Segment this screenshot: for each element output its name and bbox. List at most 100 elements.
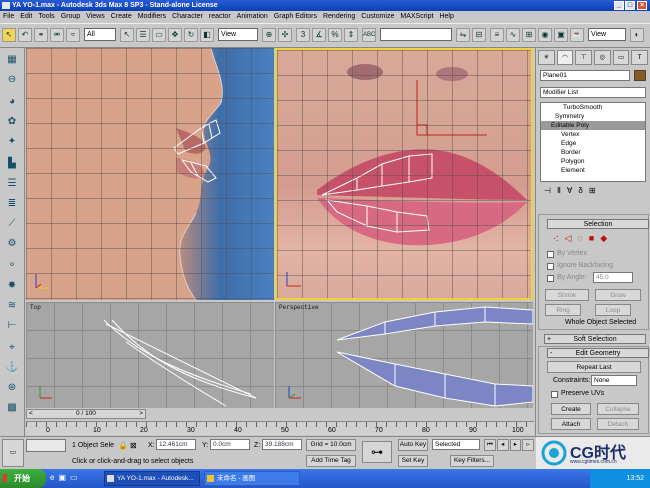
stack-item-turbosmooth[interactable]: TurboSmooth xyxy=(541,103,645,112)
pivot-center-icon[interactable]: ⊕ xyxy=(262,28,276,42)
soft-selection-rollout-header[interactable]: + Soft Selection xyxy=(544,334,646,344)
detach-button[interactable]: Detach xyxy=(597,418,639,430)
select-object-icon[interactable]: ↖ xyxy=(120,28,134,42)
toy-car-icon[interactable]: ⚬ xyxy=(4,258,20,273)
wind-icon[interactable]: ⚙ xyxy=(4,236,20,251)
ragdoll-icon[interactable]: ⚓ xyxy=(4,360,20,375)
edit-named-selection-icon[interactable]: ABC xyxy=(362,28,376,42)
hierarchy-tab-icon[interactable]: ⊤ xyxy=(575,50,593,65)
move-icon[interactable]: ✥ xyxy=(168,28,182,42)
maxscript-mini-listener[interactable] xyxy=(26,439,66,452)
object-name-field[interactable]: Plane01 xyxy=(540,70,630,81)
absolute-mode-icon[interactable]: ⊠ xyxy=(130,441,137,450)
lock-selection-icon[interactable]: 🔒 xyxy=(118,441,128,450)
y-coordinate-field[interactable]: 0.0cm xyxy=(210,439,250,450)
schematic-view-icon[interactable]: ⊞ xyxy=(522,28,536,42)
selection-rollout-header[interactable]: Selection xyxy=(547,219,649,229)
constraint-icon[interactable]: ⊢ xyxy=(4,318,20,333)
viewport-left[interactable] xyxy=(26,48,274,300)
menu-help[interactable]: Help xyxy=(439,11,453,23)
modify-tab-icon[interactable]: ◠ xyxy=(556,50,574,65)
taskbar-item-paint[interactable]: 未命名 - 画图 xyxy=(204,471,300,486)
cloth-collection-icon[interactable]: ✿ xyxy=(4,114,20,129)
attach-button[interactable]: Attach xyxy=(551,418,591,430)
auto-key-button[interactable]: Auto Key xyxy=(398,439,428,451)
object-color-swatch[interactable] xyxy=(634,70,646,81)
scale-icon[interactable]: ◧ xyxy=(200,28,214,42)
menu-reactor[interactable]: reactor xyxy=(209,11,231,23)
z-coordinate-field[interactable]: 39.188cm xyxy=(262,439,302,450)
spinner-snap-icon[interactable]: ⇕ xyxy=(344,28,358,42)
stack-item-vertex[interactable]: Vertex xyxy=(541,130,645,139)
next-frame-icon[interactable]: ▹ xyxy=(522,439,534,451)
create-button[interactable]: Create xyxy=(551,403,591,415)
shrink-button[interactable]: Shrink xyxy=(545,289,589,301)
motion-tab-icon[interactable]: ◎ xyxy=(594,50,611,65)
maxscript-listener-icon[interactable]: ▭ xyxy=(2,439,24,467)
preview-icon[interactable]: ▩ xyxy=(4,400,20,415)
folder-icon[interactable]: ▣ xyxy=(58,473,66,482)
curve-editor-icon[interactable]: ∿ xyxy=(506,28,520,42)
menu-animation[interactable]: Animation xyxy=(237,11,268,23)
select-link-icon[interactable]: ⚭ xyxy=(34,28,48,42)
material-editor-icon[interactable]: ◉ xyxy=(538,28,552,42)
rotate-icon[interactable]: ↻ xyxy=(184,28,198,42)
angle-snap-icon[interactable]: ∡ xyxy=(312,28,326,42)
bind-spacewarp-icon[interactable]: ≈ xyxy=(66,28,80,42)
ie-icon[interactable]: e xyxy=(50,473,54,482)
by-vertex-checkbox[interactable] xyxy=(547,251,554,258)
select-manipulate-icon[interactable]: ✣ xyxy=(278,28,292,42)
viewport-top[interactable]: Top xyxy=(26,302,274,408)
hinge-icon[interactable]: ⌖ xyxy=(4,340,20,355)
viewport-perspective[interactable]: Perspective xyxy=(275,302,533,408)
viewport-front[interactable] xyxy=(275,48,533,300)
create-tool-icon[interactable]: ▦ xyxy=(4,52,20,67)
select-icon[interactable]: ↖ xyxy=(2,28,16,42)
loop-button[interactable]: Loop xyxy=(595,304,631,316)
ignore-backfacing-checkbox[interactable] xyxy=(547,263,554,270)
element-mode-icon[interactable]: ◆ xyxy=(600,233,607,244)
minimize-button[interactable]: _ xyxy=(614,1,624,10)
stack-icon[interactable]: ≣ xyxy=(4,196,20,211)
border-mode-icon[interactable]: ◌ xyxy=(577,233,582,244)
utilities-tab-icon[interactable]: T xyxy=(631,50,649,65)
rigid-body-icon[interactable]: ◕ xyxy=(4,94,20,109)
edge-mode-icon[interactable]: ◁ xyxy=(565,233,572,244)
motor-icon[interactable]: ⊛ xyxy=(4,380,20,395)
set-key-button[interactable]: Set Key xyxy=(398,455,428,467)
configure-sets-icon[interactable]: ⊞ xyxy=(589,186,596,198)
polygon-mode-icon[interactable]: ■ xyxy=(589,233,594,244)
play-icon[interactable]: ▸ xyxy=(509,439,522,451)
key-selection-dropdown[interactable]: Selected xyxy=(432,439,480,450)
selection-filter-dropdown[interactable]: All xyxy=(84,28,116,41)
add-time-tag-button[interactable]: Add Time Tag xyxy=(306,455,356,467)
display-tab-icon[interactable]: ▭ xyxy=(612,50,630,65)
spring-icon[interactable]: ☰ xyxy=(4,176,20,191)
menu-maxscript[interactable]: MAXScript xyxy=(400,11,433,23)
reference-coordinate-dropdown[interactable]: View xyxy=(218,28,258,41)
render-type-dropdown[interactable]: View xyxy=(588,28,626,41)
mirror-icon[interactable]: ⇋ xyxy=(456,28,470,42)
menu-rendering[interactable]: Rendering xyxy=(323,11,355,23)
unlink-icon[interactable]: ⚮ xyxy=(50,28,64,42)
start-button[interactable]: 开始 xyxy=(0,469,46,488)
reactor-collection-icon[interactable]: ⊖ xyxy=(4,72,20,87)
stack-item-polygon[interactable]: Polygon xyxy=(541,157,645,166)
go-to-start-icon[interactable]: ⏮ xyxy=(484,439,496,451)
stack-item-element[interactable]: Element xyxy=(541,166,645,175)
fracture-icon[interactable]: ✸ xyxy=(4,278,20,293)
by-angle-spinner[interactable]: 45.0 xyxy=(593,272,633,283)
menu-modifiers[interactable]: Modifiers xyxy=(138,11,166,23)
stack-item-editable-poly[interactable]: Editable Poly xyxy=(541,121,645,130)
x-coordinate-field[interactable]: 12.461cm xyxy=(156,439,196,450)
quick-render-icon[interactable]: ☕ xyxy=(570,28,584,42)
remove-modifier-icon[interactable]: δ xyxy=(578,186,582,198)
menu-customize[interactable]: Customize xyxy=(361,11,394,23)
make-unique-icon[interactable]: ∀ xyxy=(567,186,572,198)
menu-group[interactable]: Group xyxy=(61,11,80,23)
named-selection-dropdown[interactable] xyxy=(380,28,452,41)
menu-create[interactable]: Create xyxy=(111,11,132,23)
plane-icon[interactable]: ▙ xyxy=(4,156,20,171)
desktop-icon[interactable]: ▭ xyxy=(70,473,78,482)
menu-edit[interactable]: Edit xyxy=(20,11,32,23)
